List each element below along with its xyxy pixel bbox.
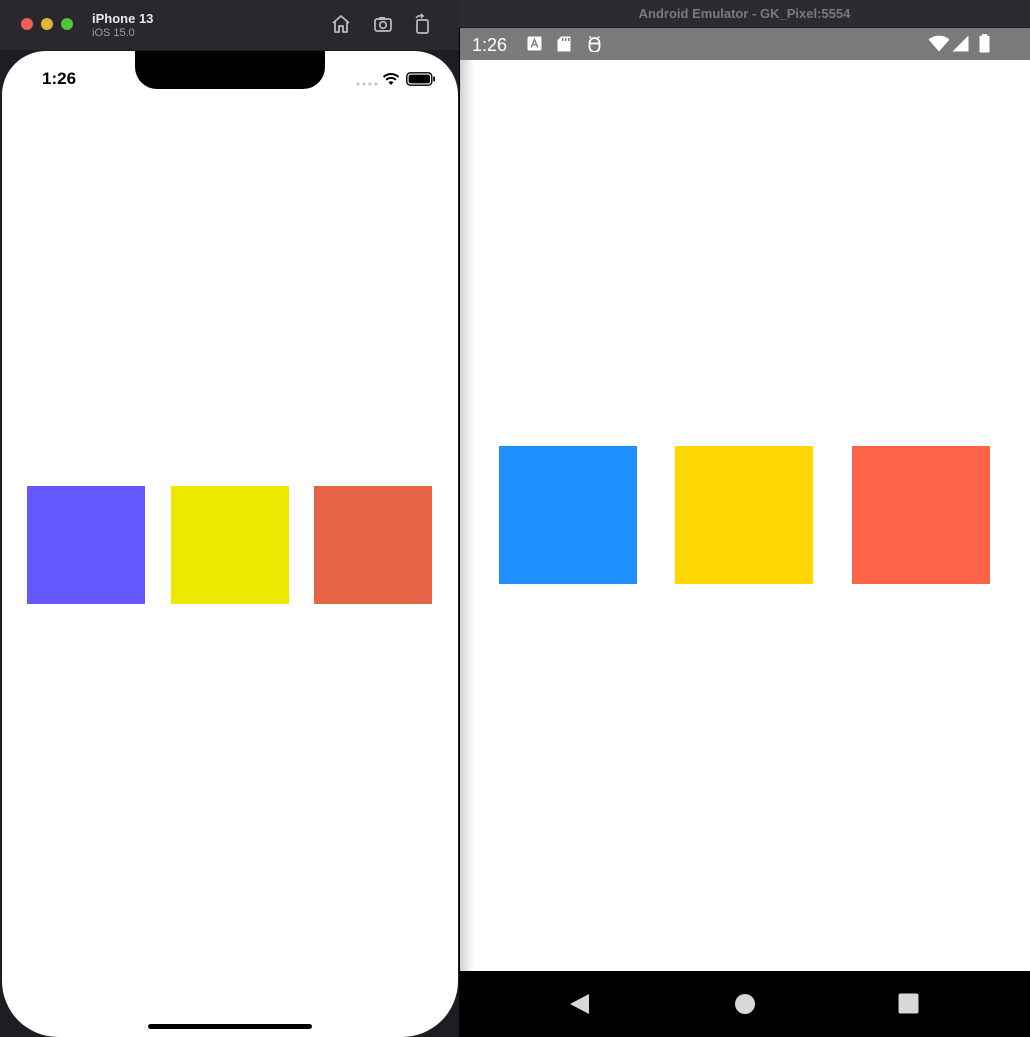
- notch: [135, 51, 325, 89]
- battery-icon: [406, 72, 435, 86]
- home-indicator[interactable]: [148, 1024, 312, 1029]
- wifi-icon: [382, 73, 400, 85]
- android-color-box-2: [675, 446, 813, 584]
- screenshot-icon[interactable]: [372, 13, 394, 35]
- back-icon[interactable]: [568, 993, 590, 1015]
- android-color-box-1: [499, 446, 637, 584]
- zoom-window-button[interactable]: [61, 18, 73, 30]
- signal-icon: [952, 35, 969, 52]
- app-notification-icon: [527, 36, 542, 51]
- rotate-icon[interactable]: [412, 13, 434, 35]
- status-time: 1:26: [472, 35, 508, 55]
- home-icon[interactable]: [330, 13, 352, 35]
- android-debug-icon: [588, 36, 601, 52]
- window-title: Android Emulator - GK_Pixel:5554: [638, 6, 851, 21]
- android-screen: [460, 60, 1030, 971]
- sd-card-icon: [557, 36, 571, 52]
- android-emulator-window: Android Emulator - GK_Pixel:5554 1:26: [459, 0, 1030, 1037]
- android-status-bar: 1:26: [460, 28, 1030, 60]
- os-version: iOS 15.0: [92, 27, 135, 39]
- signal-dots-icon: [356, 82, 378, 86]
- ios-simulator-window: iPhone 13 iOS 15.0 1:26: [0, 0, 459, 1037]
- android-color-box-3: [852, 446, 990, 584]
- ios-simulator-titlebar: iPhone 13 iOS 15.0: [0, 0, 459, 50]
- recents-icon[interactable]: [898, 993, 919, 1014]
- device-name: iPhone 13: [92, 11, 154, 26]
- wifi-icon: [928, 35, 950, 52]
- ios-color-box-2: [171, 486, 289, 604]
- status-time: 1:26: [42, 69, 77, 88]
- ios-color-box-3: [314, 486, 432, 604]
- ios-color-box-1: [27, 486, 145, 604]
- android-emulator-titlebar: Android Emulator - GK_Pixel:5554: [459, 0, 1030, 28]
- battery-icon: [979, 34, 990, 53]
- home-icon[interactable]: [734, 993, 756, 1015]
- close-window-button[interactable]: [21, 18, 33, 30]
- iphone-screen: 1:26: [2, 51, 458, 1037]
- minimize-window-button[interactable]: [41, 18, 53, 30]
- screen-edge-shadow: [460, 60, 474, 971]
- android-navigation-bar: [460, 971, 1030, 1037]
